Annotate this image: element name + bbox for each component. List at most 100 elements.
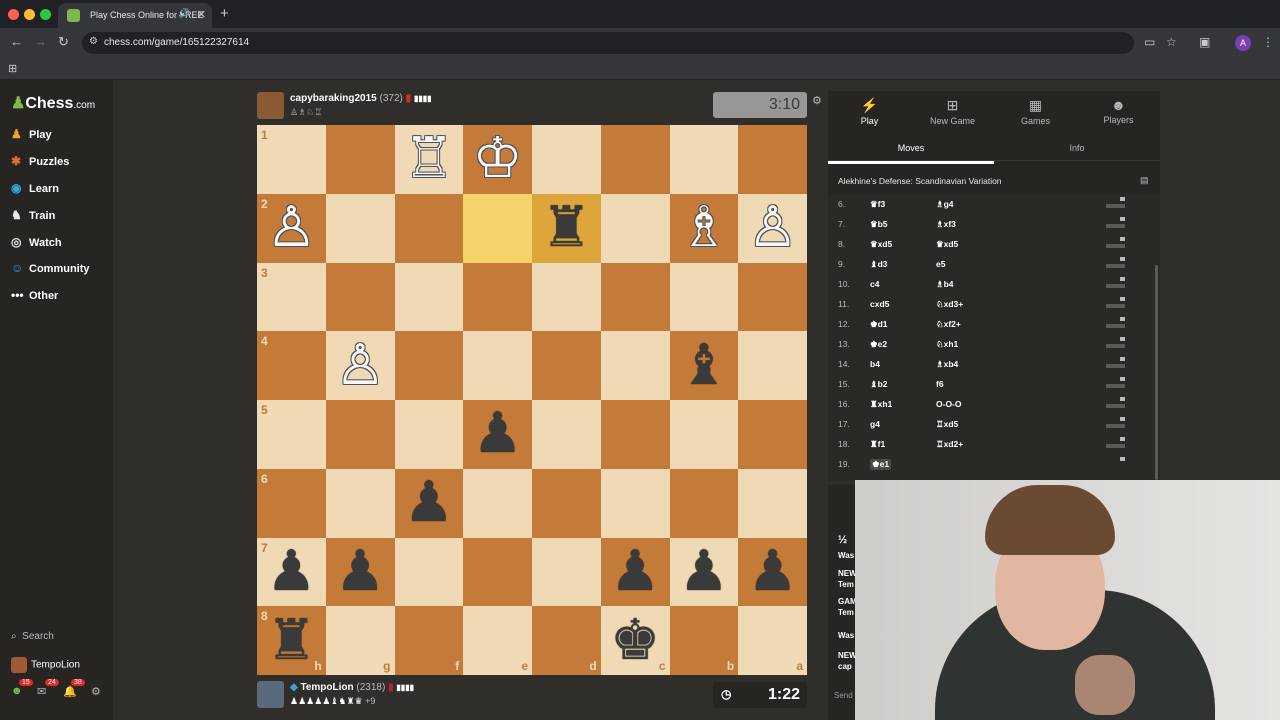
board-square[interactable] <box>532 537 601 607</box>
board-square[interactable] <box>600 193 670 263</box>
board-square[interactable] <box>669 262 739 332</box>
board-square[interactable]: ♟ <box>394 468 464 538</box>
friends-icon[interactable]: ☻ <box>11 685 23 697</box>
white-move[interactable]: ♝d3 <box>870 259 888 270</box>
board-square[interactable]: ♜ <box>532 193 601 263</box>
cast-icon[interactable]: ▭ <box>1144 35 1155 49</box>
board-square[interactable] <box>738 400 807 469</box>
chess-piece[interactable]: ♟ <box>335 543 385 600</box>
black-move[interactable]: ♗b4 <box>936 279 954 290</box>
white-move[interactable]: g4 <box>870 419 880 429</box>
black-move[interactable]: ♗xf3 <box>936 219 956 230</box>
board-square[interactable]: c ♚ <box>600 606 670 675</box>
audio-icon[interactable]: 🔊 <box>179 8 190 19</box>
board-square[interactable] <box>325 468 395 538</box>
white-move[interactable]: ♚e2 <box>870 339 887 350</box>
tab-moves[interactable]: Moves <box>828 143 994 164</box>
board-square[interactable] <box>463 331 532 400</box>
board-square[interactable] <box>463 193 532 263</box>
black-move[interactable]: ♗g4 <box>936 199 954 210</box>
chess-piece[interactable]: ♖ <box>404 131 454 187</box>
maximize-window-button[interactable] <box>40 9 51 20</box>
board-square[interactable] <box>394 193 464 263</box>
minimize-window-button[interactable] <box>24 9 35 20</box>
board-square[interactable] <box>463 468 532 538</box>
board-square[interactable] <box>669 125 739 194</box>
board-square[interactable]: ♔ <box>463 125 532 194</box>
tab-play[interactable]: ⚡ Play <box>828 97 911 126</box>
board-square[interactable] <box>532 331 601 400</box>
sidebar-search[interactable]: ⌕ Search <box>11 631 54 642</box>
board-square[interactable]: ♟ <box>325 537 395 607</box>
chess-piece[interactable]: ♔ <box>473 131 523 187</box>
white-move[interactable]: c4 <box>870 279 879 289</box>
chess-piece[interactable]: ♟ <box>610 543 660 600</box>
board-square[interactable] <box>669 468 739 538</box>
profile-avatar[interactable]: A <box>1235 35 1251 51</box>
board-square[interactable]: f <box>394 606 464 675</box>
chess-piece[interactable]: ♝ <box>679 337 729 394</box>
settings-icon[interactable]: ⚙ <box>91 685 101 698</box>
sidebar-item-learn[interactable]: ◉ Learn <box>11 181 111 201</box>
board-square[interactable] <box>325 400 395 469</box>
board-square[interactable]: b <box>669 606 739 675</box>
sidepanel-icon[interactable]: ▣ <box>1199 35 1210 49</box>
board-square[interactable] <box>600 262 670 332</box>
white-move[interactable]: ♚d1 <box>870 319 888 330</box>
sidebar-item-play[interactable]: ♟ Play <box>11 127 111 147</box>
board-square[interactable] <box>325 125 395 194</box>
board-square[interactable]: 7 ♟ <box>257 537 326 607</box>
board-square[interactable] <box>325 193 395 263</box>
board-square[interactable] <box>394 400 464 469</box>
board-square[interactable]: 3 <box>257 262 326 332</box>
apps-icon[interactable]: ⊞ <box>8 62 17 75</box>
tab-info[interactable]: Info <box>994 143 1160 153</box>
avatar[interactable] <box>257 681 284 708</box>
white-move[interactable]: ♝b2 <box>870 379 888 390</box>
board-square[interactable]: ♟ <box>600 537 670 607</box>
white-move[interactable]: ♜xh1 <box>870 399 892 410</box>
black-move[interactable]: ♘xf2+ <box>936 319 961 330</box>
black-move[interactable]: ♖xd2+ <box>936 439 963 450</box>
board-square[interactable] <box>738 262 807 332</box>
opening-name[interactable]: Alekhine's Defense: Scandinavian Variati… <box>838 176 1002 186</box>
board-square[interactable] <box>325 262 395 332</box>
chess-piece[interactable]: ♟ <box>473 406 523 462</box>
white-move[interactable]: b4 <box>870 359 880 369</box>
board-square[interactable] <box>738 125 807 194</box>
board-square[interactable] <box>532 125 601 194</box>
black-move[interactable]: ♗xb4 <box>936 359 958 370</box>
board-square[interactable]: 4 <box>257 331 326 400</box>
sidebar-item-other[interactable]: ••• Other <box>11 288 111 308</box>
chess-piece[interactable]: ♙ <box>335 337 385 394</box>
board-square[interactable]: a <box>738 606 807 675</box>
chess-piece[interactable]: ♙ <box>266 200 316 256</box>
board-square[interactable]: 6 <box>257 468 326 538</box>
white-move[interactable]: ♛xd5 <box>870 239 892 250</box>
board-square[interactable]: ♗ <box>669 193 739 263</box>
white-move[interactable]: ♚e1 <box>870 459 892 470</box>
black-move[interactable]: O-O-O <box>936 399 962 409</box>
white-move[interactable]: ♛f3 <box>870 199 885 210</box>
chess-piece[interactable]: ♜ <box>541 200 591 256</box>
board-square[interactable]: ♟ <box>463 400 532 469</box>
board-settings-icon[interactable]: ⚙ <box>812 94 822 107</box>
board-square[interactable]: ♟ <box>738 537 807 607</box>
chess-piece[interactable]: ♚ <box>610 612 660 669</box>
player-name-line[interactable]: ◆ TempoLion (2318) ▮ ▮▮▮▮ <box>290 682 414 693</box>
sidebar-item-puzzles[interactable]: ✱ Puzzles <box>11 154 111 174</box>
chess-logo[interactable]: ♟Chess.com <box>11 93 95 113</box>
menu-icon[interactable]: ⋮ <box>1262 35 1274 49</box>
board-square[interactable]: ♝ <box>669 331 739 400</box>
board-square[interactable]: ♙ <box>325 331 395 400</box>
board-square[interactable]: 8 h ♜ <box>257 606 326 675</box>
sidebar-item-train[interactable]: ♞ Train <box>11 208 111 228</box>
back-icon[interactable]: ← <box>10 34 23 49</box>
black-move[interactable]: ♖xd5 <box>936 419 958 430</box>
close-window-button[interactable] <box>8 9 19 20</box>
sidebar-item-community[interactable]: ☺ Community <box>11 261 111 281</box>
black-move[interactable]: ♘xh1 <box>936 339 958 350</box>
new-tab-button[interactable]: + <box>220 5 229 22</box>
browser-tab[interactable]: Play Chess Online for FREE 🔊 ✕ <box>58 3 212 28</box>
opponent-name-line[interactable]: capybaraking2015 (372) ▮ ▮▮▮▮ <box>290 93 432 104</box>
